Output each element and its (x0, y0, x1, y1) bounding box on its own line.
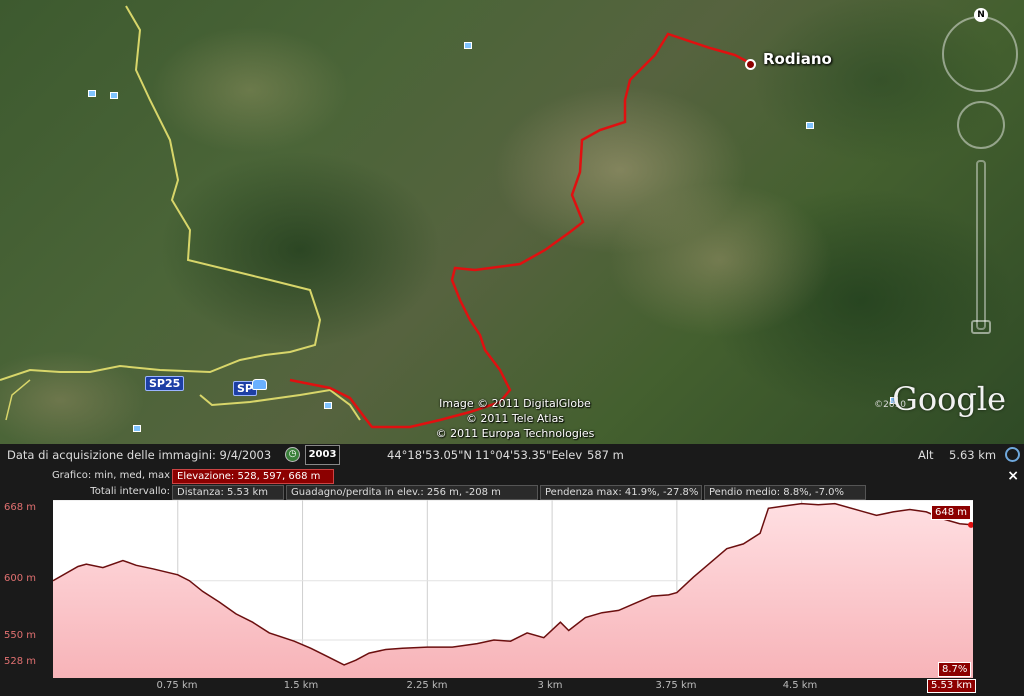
elevation-profile-chart[interactable] (53, 500, 973, 678)
totals-row: Totali intervallo: Distanza: 5.53 km Gua… (0, 484, 1024, 500)
photo-marker-icon[interactable] (110, 92, 118, 99)
photo-marker-icon[interactable] (806, 122, 814, 129)
max-slope-box: Pendenza max: 41.9%, -27.8% (540, 485, 702, 500)
streaming-status-icon (1005, 447, 1020, 462)
zoom-slider[interactable] (976, 160, 986, 330)
photo-marker-icon[interactable] (133, 425, 141, 432)
imagery-year-button[interactable]: 2003 (305, 445, 340, 465)
y-tick-label: 550 m (4, 630, 37, 641)
gps-track-route (289, 32, 749, 429)
elevation-profile-panel: × Grafico: min, med, max Elevazione: 528… (0, 466, 1024, 696)
elevation-summary-box[interactable]: Elevazione: 528, 597, 668 m (172, 469, 334, 484)
end-distance-tag: 5.53 km (927, 679, 976, 693)
x-tick-label: 4.5 km (782, 680, 818, 691)
x-tick-label: 3.75 km (655, 680, 697, 691)
road-line (5, 379, 31, 421)
move-joystick-icon[interactable] (957, 101, 1005, 149)
elevation-label: elev (558, 448, 583, 462)
satellite-map-view[interactable]: Rodiano SP25 SP Image © 2011 DigitalGlob… (0, 0, 1024, 444)
rodiano-place-label[interactable]: Rodiano (763, 50, 832, 68)
avg-slope-box: Pendio medio: 8.8%, -7.0% (704, 485, 866, 500)
photo-marker-icon[interactable] (88, 90, 96, 97)
north-compass-icon[interactable]: N (974, 8, 988, 22)
cursor-elevation-tag: 648 m (931, 505, 972, 520)
road-line (0, 5, 322, 381)
graph-label: Grafico: min, med, max (51, 470, 170, 481)
totals-label: Totali intervallo: (90, 486, 170, 497)
status-bar: Data di acquisizione delle immagini: 9/4… (0, 444, 1024, 466)
eye-altitude-label: Alt (918, 448, 934, 462)
eye-altitude-value: 5.63 km (949, 448, 997, 462)
copyright-line: © 2011 Europa Technologies (435, 427, 595, 440)
google-logo: Google (892, 380, 1006, 418)
road-line (199, 388, 361, 421)
look-around-ring-icon[interactable] (942, 16, 1018, 92)
photo-marker-icon[interactable] (324, 402, 332, 409)
imagery-date: Data di acquisizione delle immagini: 9/4… (7, 448, 272, 462)
y-tick-label: 668 m (4, 502, 37, 513)
y-tick-label: 528 m (4, 656, 37, 667)
copyright-line: © 2011 Tele Atlas (465, 412, 565, 425)
photo-marker-icon[interactable] (464, 42, 472, 49)
cursor-grade-tag: 8.7% (938, 662, 972, 677)
google-earth-window: Rodiano SP25 SP Image © 2011 DigitalGlob… (0, 0, 1024, 696)
y-tick-label: 600 m (4, 573, 37, 584)
zoom-slider-thumb[interactable] (971, 320, 991, 334)
graph-stats-row: Grafico: min, med, max Elevazione: 528, … (0, 468, 1024, 484)
x-tick-label: 2.25 km (406, 680, 448, 691)
gain-loss-box: Guadagno/perdita in elev.: 256 m, -208 m (286, 485, 538, 500)
x-tick-label: 0.75 km (156, 680, 198, 691)
rodiano-place-marker-icon[interactable] (745, 59, 756, 70)
x-tick-label: 1.5 km (283, 680, 319, 691)
latitude-readout: 44°18'53.05"N (387, 448, 472, 462)
historical-imagery-clock-icon[interactable]: ◷ (285, 447, 300, 462)
longitude-readout: 11°04'53.35"E (475, 448, 559, 462)
road-badge-sp25: SP25 (145, 376, 185, 391)
x-tick-label: 3 km (537, 680, 563, 691)
copyright-line: Image © 2011 DigitalGlobe (439, 397, 591, 410)
distance-box: Distanza: 5.53 km (172, 485, 284, 500)
elevation-value: 587 m (587, 448, 624, 462)
navigation-controls[interactable]: N (942, 8, 1020, 350)
car-icon (252, 379, 267, 390)
imagery-copyright: Image © 2011 DigitalGlobe © 2011 Tele At… (420, 396, 610, 441)
